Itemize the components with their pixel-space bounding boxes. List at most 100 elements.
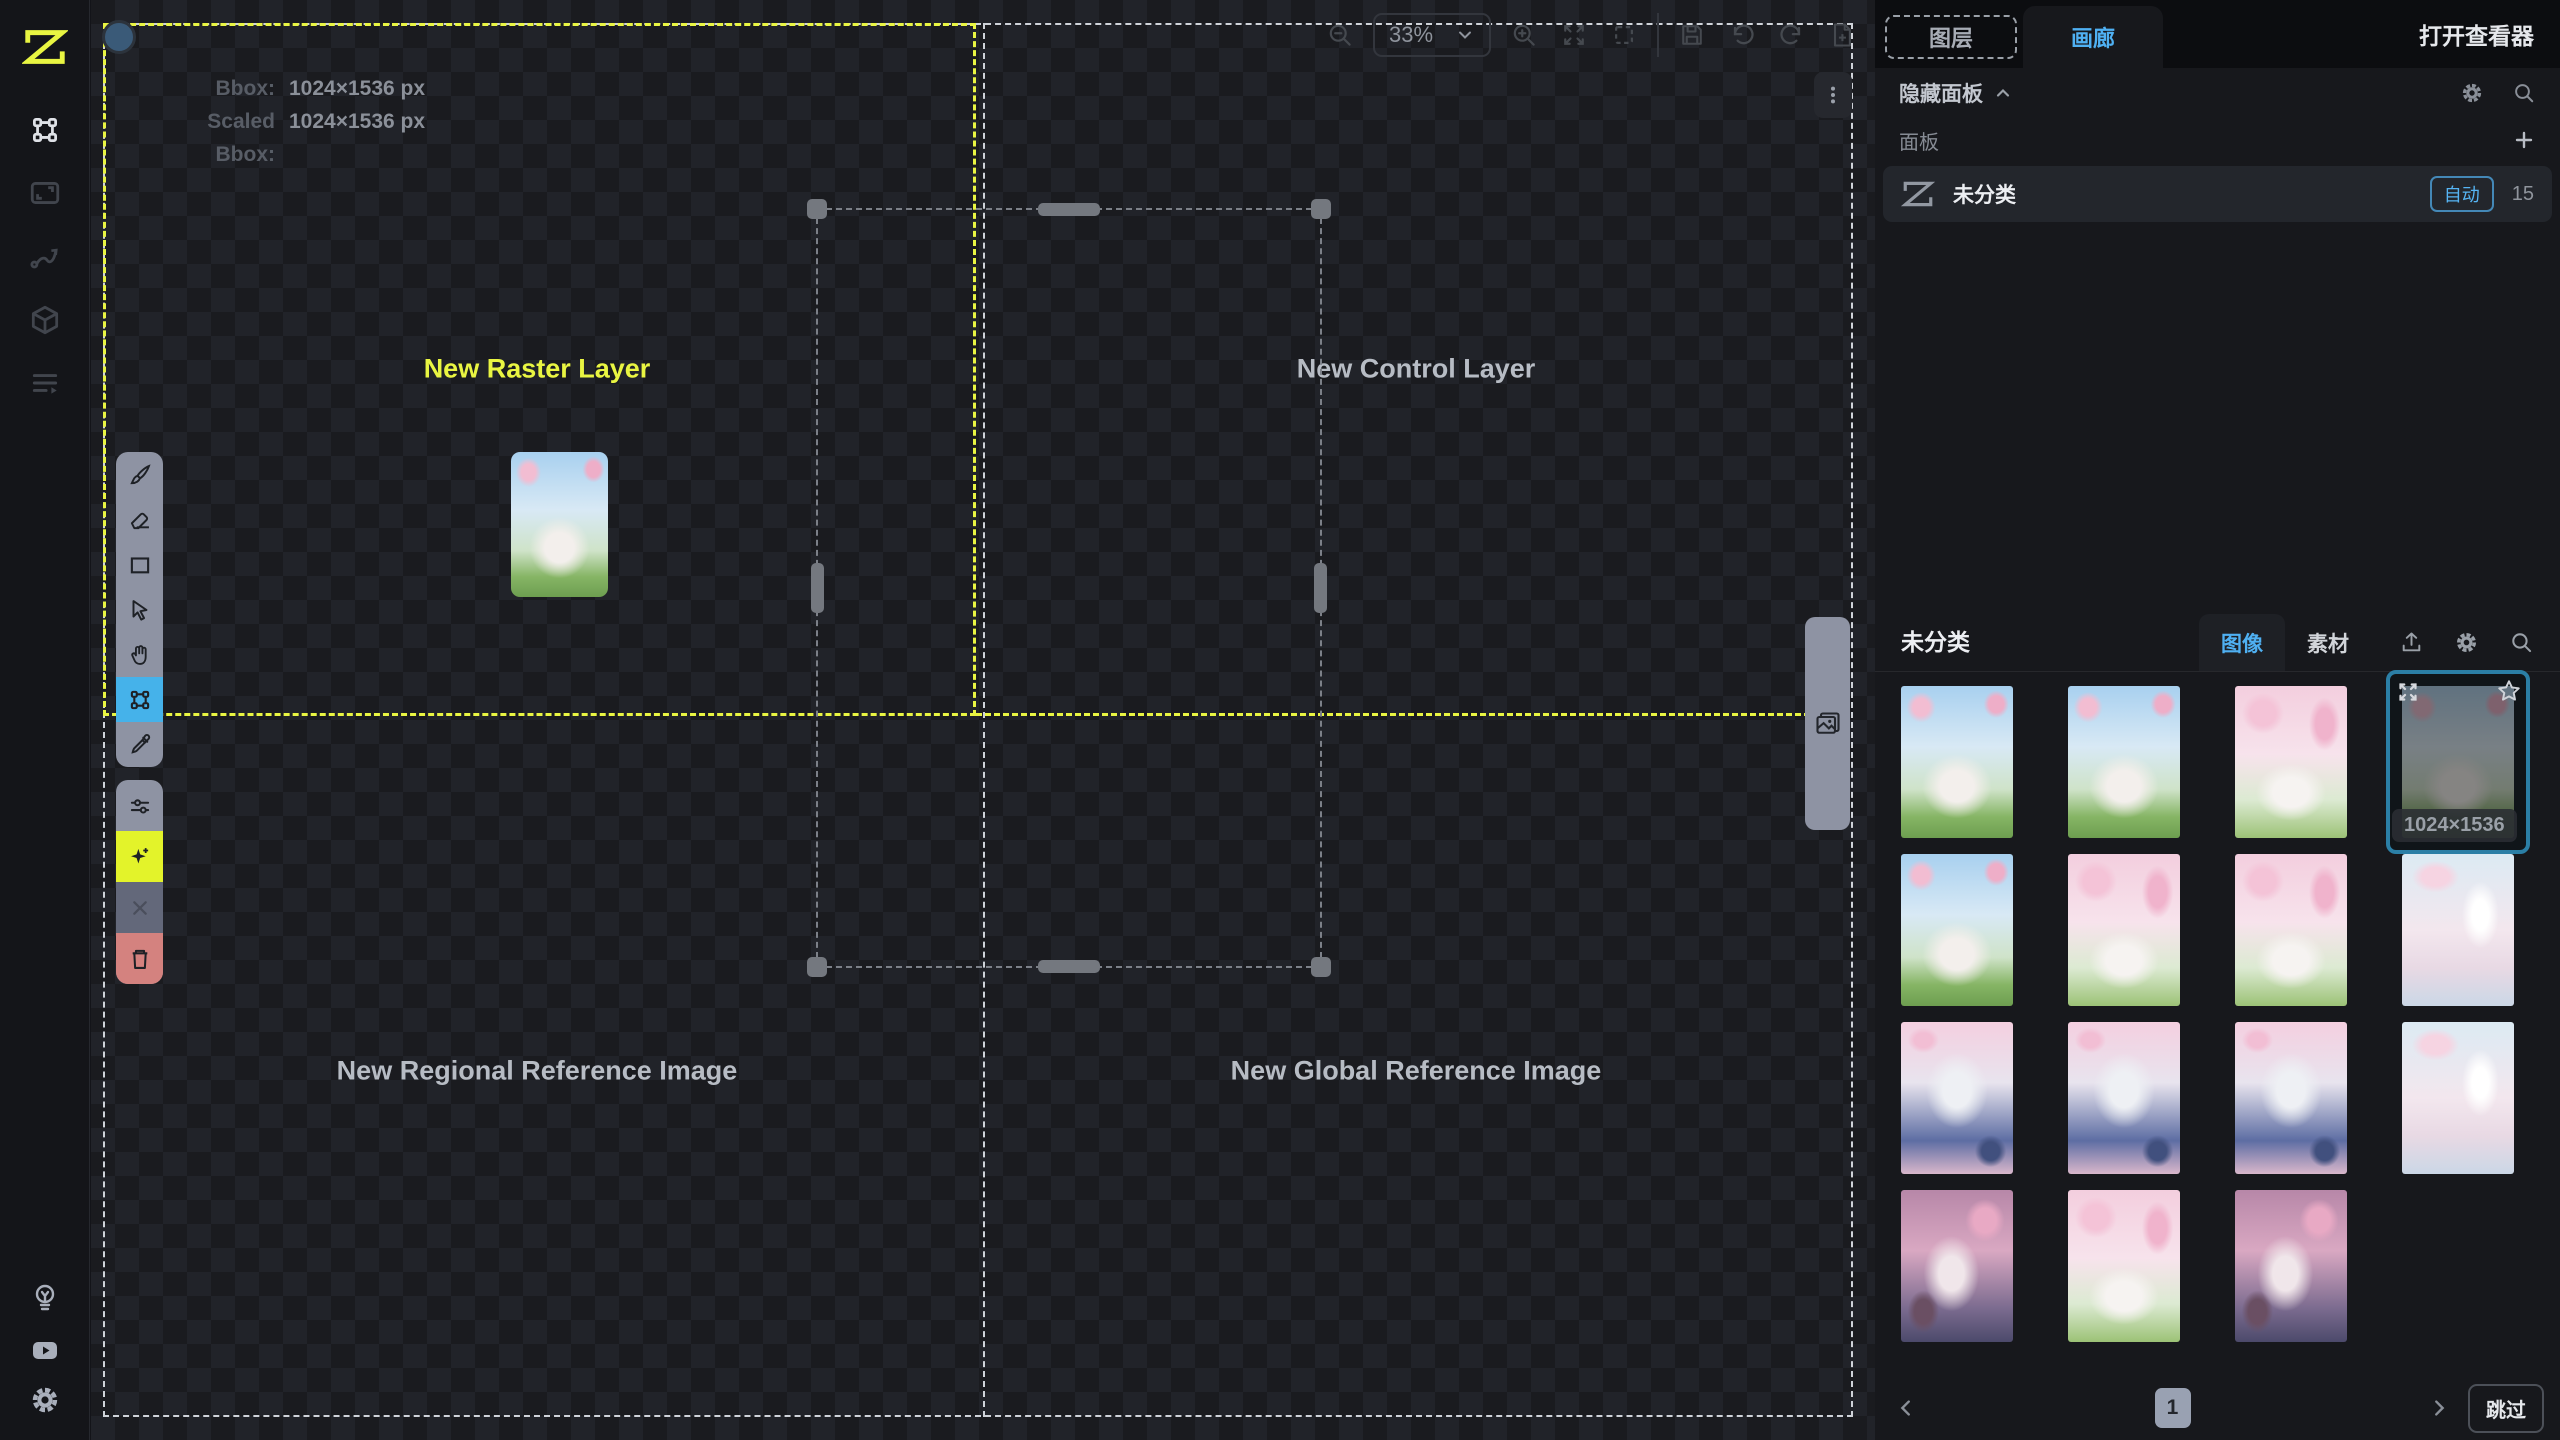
gallery-thumbnail[interactable] — [1901, 854, 2013, 1006]
undo-button[interactable] — [1725, 18, 1759, 52]
tool-group-actions — [116, 780, 163, 984]
sidebar-item-connector[interactable] — [25, 236, 65, 276]
lightbulb-icon — [29, 1282, 61, 1314]
selection-box[interactable] — [816, 208, 1322, 968]
canvas-area[interactable]: Bbox: 1024×1536 px Scaled Bbox: 1024×153… — [91, 0, 1875, 1440]
skip-button[interactable]: 跳过 — [2468, 1384, 2544, 1433]
fit-frame-button[interactable] — [1607, 18, 1641, 52]
bbox-value: 1024×1536 px — [289, 72, 425, 105]
gallery-thumbnail[interactable] — [2068, 686, 2180, 838]
selection-handle-left[interactable] — [811, 563, 824, 613]
upload-icon[interactable] — [2399, 630, 2424, 655]
search-icon[interactable] — [2509, 630, 2534, 655]
zoom-level-select[interactable]: 33% — [1373, 13, 1491, 57]
search-icon[interactable] — [2512, 81, 2536, 105]
selection-handle-top-left[interactable] — [807, 199, 827, 219]
expand-icon — [1560, 21, 1588, 49]
thumbnail-image — [2235, 854, 2347, 1006]
sidebar-item-select-frame[interactable] — [25, 110, 65, 150]
gallery-thumbnail[interactable] — [1901, 1190, 2013, 1342]
add-panel-button[interactable] — [2512, 128, 2536, 152]
selection-handle-bottom-left[interactable] — [807, 957, 827, 977]
eraser-tool-button[interactable] — [116, 497, 163, 542]
star-icon[interactable] — [2496, 678, 2522, 704]
prev-page-button[interactable] — [1891, 1393, 1921, 1423]
thumbnail-image — [2068, 1022, 2180, 1174]
tab-materials[interactable]: 素材 — [2285, 614, 2371, 671]
zoom-in-button[interactable] — [1507, 18, 1541, 52]
gallery-thumbnail[interactable] — [2402, 1022, 2514, 1174]
gallery-thumbnail[interactable] — [1901, 1022, 2013, 1174]
canvas-more-button[interactable] — [1814, 72, 1852, 118]
fit-frame-icon — [1610, 21, 1638, 49]
sidebar-item-queue[interactable] — [25, 363, 65, 403]
zoom-out-button[interactable] — [1323, 18, 1357, 52]
panel-item-uncategorized[interactable]: 未分类 自动 15 — [1883, 166, 2552, 222]
zoom-out-icon — [1326, 21, 1354, 49]
sidebar-item-tips[interactable] — [25, 1278, 65, 1318]
gallery-thumbnail[interactable] — [2068, 1022, 2180, 1174]
thumbnail-image — [2068, 686, 2180, 838]
expand-icon[interactable] — [2396, 680, 2420, 704]
chevron-right-icon — [2428, 1397, 2450, 1419]
gear-icon[interactable] — [2454, 630, 2479, 655]
transform-tool-button[interactable] — [116, 677, 163, 722]
selection-handle-top[interactable] — [1038, 203, 1100, 216]
adjust-tool-button[interactable] — [116, 780, 163, 831]
rectangle-tool-button[interactable] — [116, 542, 163, 587]
reference-image-drawer[interactable] — [1805, 617, 1850, 830]
eyedropper-tool-button[interactable] — [116, 722, 163, 767]
tab-images[interactable]: 图像 — [2199, 614, 2285, 671]
chevron-down-icon — [1455, 25, 1475, 45]
selection-handle-bottom-right[interactable] — [1311, 957, 1331, 977]
fit-screen-button[interactable] — [1557, 18, 1591, 52]
sidebar-item-youtube[interactable] — [25, 1330, 65, 1370]
save-button[interactable] — [1675, 18, 1709, 52]
sidebar-item-settings[interactable] — [25, 1380, 65, 1420]
gallery-thumbnail[interactable] — [2235, 1022, 2347, 1174]
delete-button[interactable] — [116, 933, 163, 984]
gallery-thumbnail[interactable] — [2402, 854, 2514, 1006]
gallery-thumbnail[interactable] — [1901, 686, 2013, 838]
gallery-thumbnail[interactable] — [2068, 854, 2180, 1006]
hand-icon — [127, 642, 153, 668]
sidebar-item-fit-view[interactable] — [25, 173, 65, 213]
new-file-button[interactable] — [1825, 18, 1859, 52]
hide-panel-toggle[interactable]: 隐藏面板 — [1899, 78, 2013, 108]
app-root: Bbox: 1024×1536 px Scaled Bbox: 1024×153… — [0, 0, 2560, 1440]
panel-item-count: 15 — [2512, 183, 2534, 206]
enhance-button[interactable] — [116, 831, 163, 882]
hand-tool-button[interactable] — [116, 632, 163, 677]
next-page-button[interactable] — [2424, 1393, 2454, 1423]
gallery-thumbnail[interactable] — [2235, 686, 2347, 838]
open-viewer-button[interactable]: 打开查看器 — [2419, 0, 2534, 68]
thumbnail-image — [1901, 1022, 2013, 1174]
selection-handle-bottom[interactable] — [1038, 960, 1100, 973]
thumbnail-image — [2235, 1022, 2347, 1174]
selection-handle-right[interactable] — [1314, 563, 1327, 613]
gallery-thumbnail[interactable] — [2235, 854, 2347, 1006]
tab-gallery[interactable]: 画廊 — [2023, 6, 2163, 68]
gallery-thumbnail[interactable] — [2068, 1190, 2180, 1342]
cube-icon — [28, 303, 62, 337]
sidebar-item-cube[interactable] — [25, 300, 65, 340]
panels-header-label: 面板 — [1899, 126, 1939, 155]
tab-layers[interactable]: 图层 — [1885, 15, 2017, 59]
thumbnail-image — [1901, 854, 2013, 1006]
raster-layer-image[interactable] — [511, 452, 608, 597]
cursor-tool-button[interactable] — [116, 587, 163, 632]
label-new-regional-reference: New Regional Reference Image — [337, 1056, 738, 1087]
panel-spacer — [1875, 222, 2560, 612]
app-logo[interactable] — [22, 24, 68, 70]
brush-tool-button[interactable] — [116, 452, 163, 497]
logo-icon — [22, 24, 68, 70]
gear-icon[interactable] — [2460, 81, 2484, 105]
thumbnail-image — [1901, 1190, 2013, 1342]
page-number[interactable]: 1 — [2155, 1388, 2191, 1428]
origin-handle[interactable] — [102, 20, 136, 54]
gallery-thumbnail[interactable]: 1024×1536 — [2402, 686, 2514, 838]
selection-handle-top-right[interactable] — [1311, 199, 1331, 219]
eyedropper-icon — [127, 732, 153, 758]
redo-button[interactable] — [1775, 18, 1809, 52]
gallery-thumbnail[interactable] — [2235, 1190, 2347, 1342]
